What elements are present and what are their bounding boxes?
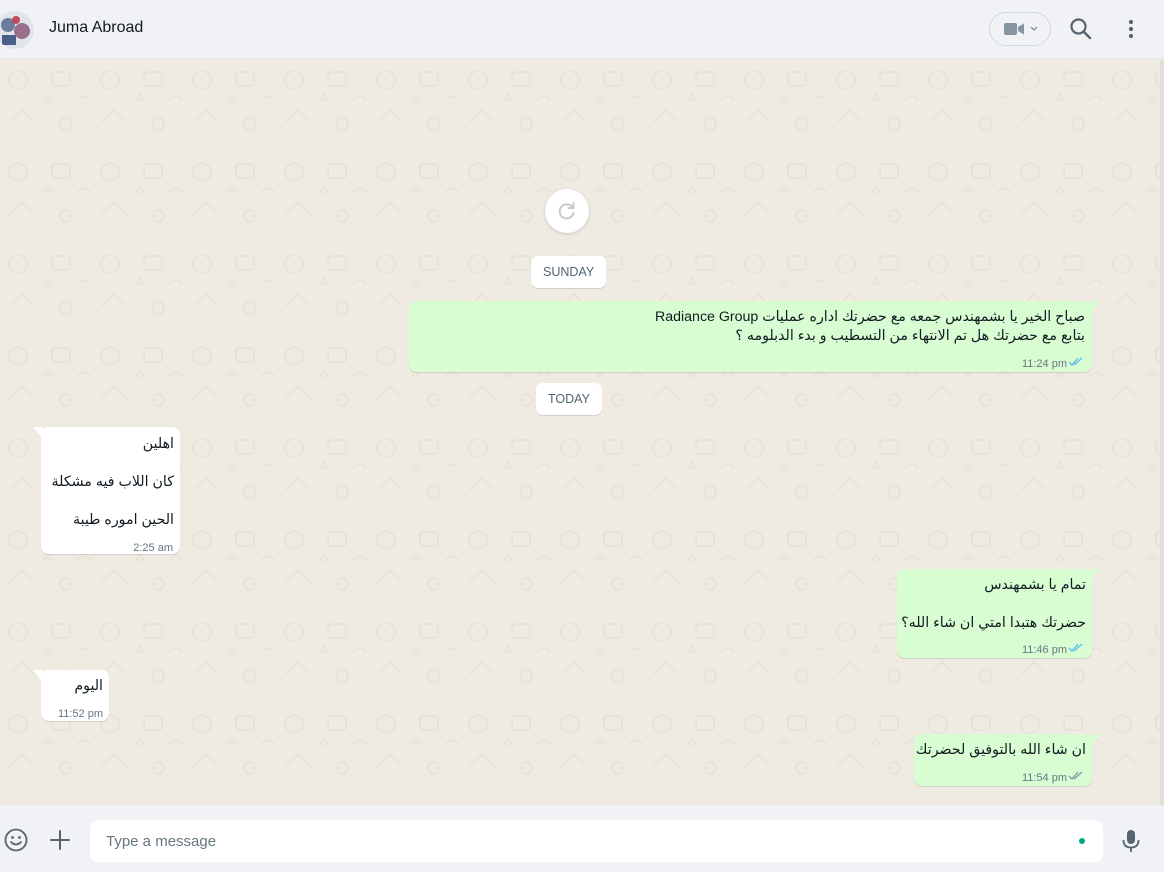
input-status-dot [1079, 838, 1085, 844]
microphone-icon [1122, 830, 1140, 852]
attach-button[interactable] [47, 827, 73, 853]
message-time: 2:25 am [133, 542, 173, 554]
message-outgoing[interactable]: ان شاء الله بالتوفيق لحضرتك 11:54 pm [914, 734, 1100, 786]
message-incoming[interactable]: اهلين كان اللاب فيه مشكلة الحين اموره طي… [33, 427, 180, 554]
date-separator: TODAY [536, 383, 602, 415]
plus-icon [50, 830, 70, 850]
date-separator: SUNDAY [531, 256, 607, 288]
chat-header: Juma Abroad [0, 0, 1164, 59]
bubble-tail [1090, 301, 1100, 313]
message-time: 11:24 pm [1021, 358, 1067, 370]
message-text: حضرتك هتبدا امتي ان شاء الله؟ [901, 615, 1086, 631]
refresh-icon [558, 202, 575, 220]
emoji-icon [4, 828, 28, 852]
bubble-tail [1090, 569, 1100, 581]
chat-pane: SUNDAY صباح الخير يا بشمهندس جمعه مع حضر… [0, 60, 1164, 805]
message-outgoing[interactable]: تمام يا بشمهندس حضرتك هتبدا امتي ان شاء … [897, 569, 1100, 658]
video-call-icon [1004, 23, 1024, 35]
avatar[interactable] [0, 11, 34, 49]
message-time: 11:46 pm [1021, 644, 1067, 656]
contact-name[interactable]: Juma Abroad [49, 19, 143, 37]
voice-message-button[interactable] [1120, 828, 1142, 854]
menu-icon [1128, 19, 1134, 39]
load-older-messages-button[interactable] [545, 189, 589, 233]
double-check-delivered-icon [1068, 771, 1083, 780]
double-check-read-icon [1068, 643, 1083, 652]
double-check-read-icon [1068, 357, 1083, 366]
message-text: صباح الخير يا بشمهندس جمعه مع حضرتك ادار… [654, 309, 1085, 325]
bubble-tail [1090, 734, 1100, 746]
message-text: اهلين [142, 436, 174, 452]
bubble-tail [33, 427, 43, 439]
menu-button[interactable] [1120, 16, 1142, 42]
message-outgoing[interactable]: صباح الخير يا بشمهندس جمعه مع حضرتك ادار… [409, 301, 1100, 372]
search-icon [1070, 18, 1092, 40]
scrollbar[interactable] [1160, 60, 1164, 805]
message-incoming[interactable]: اليوم 11:52 pm [33, 670, 109, 721]
message-text: ان شاء الله بالتوفيق لحضرتك [915, 742, 1086, 758]
message-text: الحين اموره طيبة [72, 512, 174, 528]
search-button[interactable] [1068, 16, 1094, 42]
chevron-down-icon [1030, 26, 1038, 31]
message-text: كان اللاب فيه مشكلة [51, 474, 174, 490]
message-text: بتابع مع حضرتك هل تم الانتهاء من التسطيب… [735, 328, 1085, 344]
message-text: اليوم [74, 678, 103, 694]
message-time: 11:52 pm [57, 708, 103, 720]
video-call-button[interactable] [989, 12, 1051, 46]
message-input[interactable] [90, 820, 1103, 862]
emoji-button[interactable] [3, 827, 29, 853]
message-time: 11:54 pm [1021, 772, 1067, 784]
message-text: تمام يا بشمهندس [984, 577, 1086, 593]
bubble-tail [33, 670, 43, 682]
